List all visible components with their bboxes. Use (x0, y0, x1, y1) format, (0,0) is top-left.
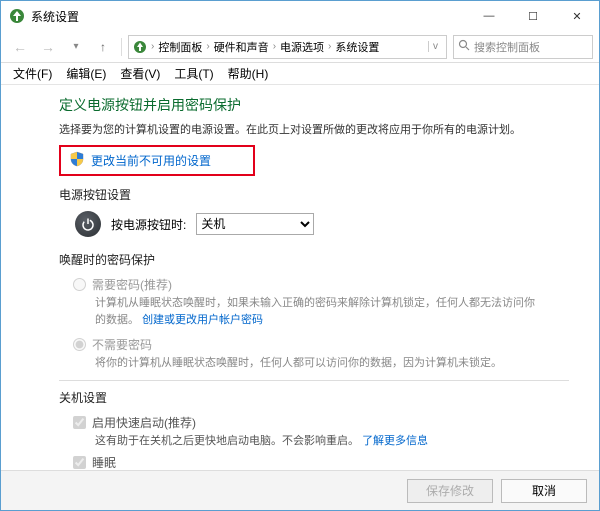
check-fast-startup-block: 启用快速启动(推荐) 这有助于在关机之后更快地启动电脑。不会影响重启。 了解更多… (73, 414, 569, 448)
menubar: 文件(F) 编辑(E) 查看(V) 工具(T) 帮助(H) (1, 63, 599, 85)
power-options-icon (133, 40, 147, 54)
radio-need-password-desc: 计算机从睡眠状态唤醒时，如果未输入正确的密码来解除计算机锁定，任何人都无法访问你… (95, 295, 535, 328)
search-icon (458, 39, 470, 54)
radio-no-password-block: 不需要密码 将你的计算机从睡眠状态唤醒时，任何人都可以访问你的数据，因为计算机未… (73, 336, 569, 372)
admin-link-text[interactable]: 更改当前不可用的设置 (91, 152, 211, 169)
check-sleep-label: 睡眠 (92, 454, 116, 471)
create-change-password-link[interactable]: 创建或更改用户帐户密码 (142, 314, 263, 326)
cancel-button[interactable]: 取消 (501, 479, 587, 503)
titlebar: 系统设置 — ☐ ✕ (1, 1, 599, 31)
check-sleep-input (73, 456, 86, 469)
section-power-button: 电源按钮设置 (59, 186, 569, 203)
radio-no-password-input (73, 338, 86, 351)
section-shutdown: 关机设置 (59, 389, 569, 406)
shield-icon (69, 151, 85, 170)
breadcrumb-item[interactable]: 电源选项 (280, 39, 324, 55)
forward-button[interactable]: → (35, 34, 61, 60)
radio-need-password-block: 需要密码(推荐) 计算机从睡眠状态唤醒时，如果未输入正确的密码来解除计算机锁定，… (73, 276, 569, 328)
change-unavailable-settings-link[interactable]: 更改当前不可用的设置 (59, 145, 255, 176)
breadcrumb-item[interactable]: 硬件和声音 (214, 39, 269, 55)
learn-more-link[interactable]: 了解更多信息 (362, 435, 428, 447)
breadcrumb-dropdown[interactable]: v (428, 41, 442, 52)
up-button[interactable]: ↑ (91, 35, 115, 59)
power-button-row: 按电源按钮时: 关机 (75, 211, 569, 237)
back-button[interactable]: ← (7, 34, 33, 60)
chevron-right-icon: › (328, 41, 331, 52)
check-fast-startup-label: 启用快速启动(推荐) (92, 414, 196, 431)
section-wake-password: 唤醒时的密码保护 (59, 251, 569, 268)
radio-need-password: 需要密码(推荐) (73, 276, 569, 293)
power-icon (75, 211, 101, 237)
search-input[interactable]: 搜索控制面板 (453, 35, 593, 59)
content-area: 定义电源按钮并启用密码保护 选择要为您的计算机设置的电源设置。在此页上对设置所做… (1, 85, 599, 470)
power-options-icon (9, 8, 25, 24)
recent-dropdown[interactable]: ▾ (63, 34, 89, 60)
radio-no-password-desc: 将你的计算机从睡眠状态唤醒时，任何人都可以访问你的数据，因为计算机未锁定。 (95, 355, 535, 372)
search-placeholder: 搜索控制面板 (474, 39, 540, 55)
radio-need-password-label: 需要密码(推荐) (92, 276, 172, 293)
check-fast-startup-input (73, 416, 86, 429)
menu-tools[interactable]: 工具(T) (168, 63, 219, 84)
menu-file[interactable]: 文件(F) (7, 63, 58, 84)
breadcrumb-item[interactable]: 系统设置 (335, 39, 379, 55)
save-button[interactable]: 保存修改 (407, 479, 493, 503)
footer: 保存修改 取消 (1, 470, 599, 510)
close-button[interactable]: ✕ (555, 1, 599, 31)
chevron-right-icon: › (273, 41, 276, 52)
minimize-button[interactable]: — (467, 1, 511, 31)
breadcrumb[interactable]: › 控制面板 › 硬件和声音 › 电源选项 › 系统设置 v (128, 35, 447, 59)
power-button-label: 按电源按钮时: (111, 216, 186, 233)
check-fast-startup: 启用快速启动(推荐) (73, 414, 569, 431)
separator (59, 380, 569, 381)
maximize-button[interactable]: ☐ (511, 1, 555, 31)
page-subtext: 选择要为您的计算机设置的电源设置。在此页上对设置所做的更改将应用于你所有的电源计… (59, 121, 569, 137)
radio-need-password-input (73, 278, 86, 291)
window-title: 系统设置 (31, 8, 467, 25)
menu-edit[interactable]: 编辑(E) (60, 63, 112, 84)
menu-view[interactable]: 查看(V) (114, 63, 166, 84)
check-fast-startup-desc: 这有助于在关机之后更快地启动电脑。不会影响重启。 了解更多信息 (95, 432, 569, 448)
window-controls: — ☐ ✕ (467, 1, 599, 31)
menu-help[interactable]: 帮助(H) (222, 63, 275, 84)
check-sleep: 睡眠 (73, 454, 569, 471)
radio-no-password-label: 不需要密码 (92, 336, 152, 353)
system-settings-window: 系统设置 — ☐ ✕ ← → ▾ ↑ › 控制面板 › 硬件和声音 › 电源选项… (0, 0, 600, 511)
power-button-select[interactable]: 关机 (196, 213, 314, 235)
radio-no-password: 不需要密码 (73, 336, 569, 353)
page-heading: 定义电源按钮并启用密码保护 (59, 95, 569, 115)
check-sleep-block: 睡眠 显示在“电源”菜单中。 (73, 454, 569, 471)
navigation-bar: ← → ▾ ↑ › 控制面板 › 硬件和声音 › 电源选项 › 系统设置 v 搜… (1, 31, 599, 63)
chevron-right-icon: › (151, 41, 154, 52)
breadcrumb-item[interactable]: 控制面板 (158, 39, 202, 55)
chevron-right-icon: › (206, 41, 209, 52)
nav-separator (121, 38, 122, 56)
